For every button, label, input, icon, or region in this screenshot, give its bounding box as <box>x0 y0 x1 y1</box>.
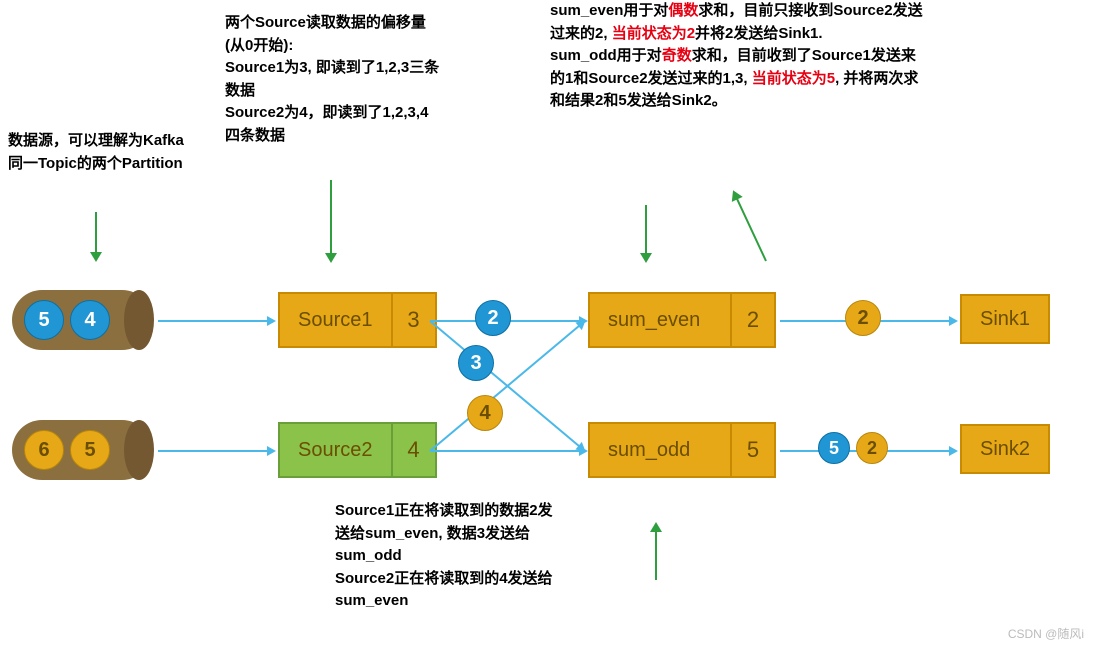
op-label: sum_odd <box>590 424 730 476</box>
partition-1: 5 4 <box>12 290 152 350</box>
inflight-value-3: 3 <box>458 345 494 381</box>
source-offset: 4 <box>391 424 435 476</box>
source-label: Source1 <box>280 294 391 346</box>
op-state: 5 <box>730 424 774 476</box>
data-item: 5 <box>70 430 110 470</box>
source-2: Source2 4 <box>278 422 437 478</box>
text: 并将2发送给Sink1. <box>695 25 823 42</box>
inflight-value-2: 2 <box>475 300 511 336</box>
arrow-icon <box>655 530 657 580</box>
source-offset: 3 <box>391 294 435 346</box>
sum-odd-op: sum_odd 5 <box>588 422 776 478</box>
watermark: CSDN @随风i <box>1008 625 1084 642</box>
arrow-icon <box>736 197 767 261</box>
text-state: 当前状态为5 <box>752 70 835 87</box>
annotation-source-offset: 两个Source读取数据的偏移量(从0开始): Source1为3, 即读到了1… <box>225 12 440 147</box>
flow-arrow <box>429 325 580 452</box>
data-item: 6 <box>24 430 64 470</box>
op-label: sum_even <box>590 294 730 346</box>
data-item: 5 <box>24 300 64 340</box>
sink-2: Sink2 <box>960 424 1050 474</box>
flow-arrow <box>158 450 268 452</box>
source-label: Source2 <box>280 424 391 476</box>
text-even: 偶数 <box>668 2 698 19</box>
flow-arrow <box>430 450 580 452</box>
flow-arrow <box>429 320 580 447</box>
text: sum_even用于对 <box>550 2 668 19</box>
data-item: 4 <box>70 300 110 340</box>
annotation-data-source: 数据源，可以理解为Kafka同一Topic的两个Partition <box>8 130 188 175</box>
arrow-icon <box>645 205 647 255</box>
arrow-icon <box>330 180 332 255</box>
source-1: Source1 3 <box>278 292 437 348</box>
text: sum_odd用于对 <box>550 47 662 64</box>
output-value-even: 2 <box>845 300 881 336</box>
annotation-inflight: Source1正在将读取到的数据2发送给sum_even, 数据3发送给sum_… <box>335 500 565 613</box>
sink-1: Sink1 <box>960 294 1050 344</box>
text-odd: 奇数 <box>662 47 692 64</box>
op-state: 2 <box>730 294 774 346</box>
inflight-value-4: 4 <box>467 395 503 431</box>
output-value-odd-2: 2 <box>856 432 888 464</box>
annotation-sum-ops: sum_even用于对偶数求和，目前只接收到Source2发送过来的2, 当前状… <box>550 0 930 113</box>
sum-even-op: sum_even 2 <box>588 292 776 348</box>
arrow-icon <box>95 212 97 254</box>
output-value-odd-5: 5 <box>818 432 850 464</box>
flow-arrow <box>158 320 268 322</box>
partition-2: 6 5 <box>12 420 152 480</box>
text-state: 当前状态为2 <box>612 25 695 42</box>
